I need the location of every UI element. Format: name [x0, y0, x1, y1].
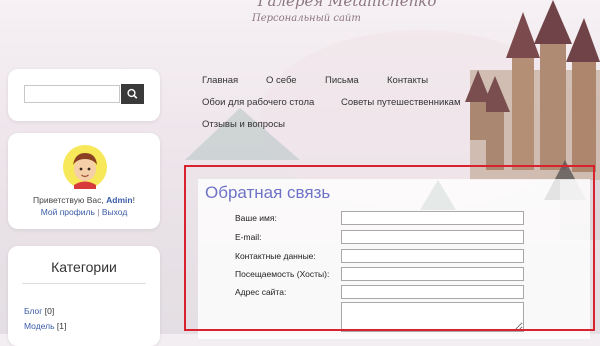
search-input[interactable] [24, 85, 120, 103]
category-count: [0] [44, 306, 55, 316]
divider [22, 283, 146, 284]
highlight-frame [184, 165, 595, 331]
username[interactable]: Admin [106, 195, 132, 205]
category-item: Блог [0] [24, 306, 54, 316]
category-link[interactable]: Блог [24, 306, 42, 316]
site-subtitle: Персональный сайт [252, 13, 361, 24]
my-profile-link[interactable]: Мой профиль [41, 207, 95, 217]
search-button[interactable] [121, 84, 144, 104]
profile-links: Мой профиль | Выход [8, 207, 160, 217]
logout-link[interactable]: Выход [102, 207, 127, 217]
nav-item-reviews[interactable]: Отзывы и вопросы [202, 119, 285, 130]
search-widget [8, 69, 160, 121]
categories-widget: Категории Блог [0] Модель [1] [8, 246, 160, 346]
nav-item-travel-tips[interactable]: Советы путешественникам [341, 97, 461, 108]
category-item: Модель [1] [24, 321, 66, 331]
search-icon [127, 88, 138, 99]
nav-item-wallpapers[interactable]: Обои для рабочего стола [202, 97, 314, 108]
boy-avatar-icon [63, 145, 107, 189]
link-separator: | [97, 207, 100, 217]
greeting-label: Приветствую Вас, [33, 195, 104, 205]
category-link[interactable]: Модель [24, 321, 55, 331]
site-title: Галерея Metallichenko [257, 0, 437, 10]
categories-title: Категории [51, 259, 117, 275]
profile-widget: Приветствую Вас, Admin! Мой профиль | Вы… [8, 133, 160, 229]
nav-item-contacts[interactable]: Контакты [387, 75, 428, 86]
nav-item-about[interactable]: О себе [266, 75, 297, 86]
greeting-text: Приветствую Вас, Admin! [33, 195, 135, 205]
nav-item-letters[interactable]: Письма [325, 75, 359, 86]
category-count: [1] [56, 321, 67, 331]
nav-item-home[interactable]: Главная [202, 75, 238, 86]
